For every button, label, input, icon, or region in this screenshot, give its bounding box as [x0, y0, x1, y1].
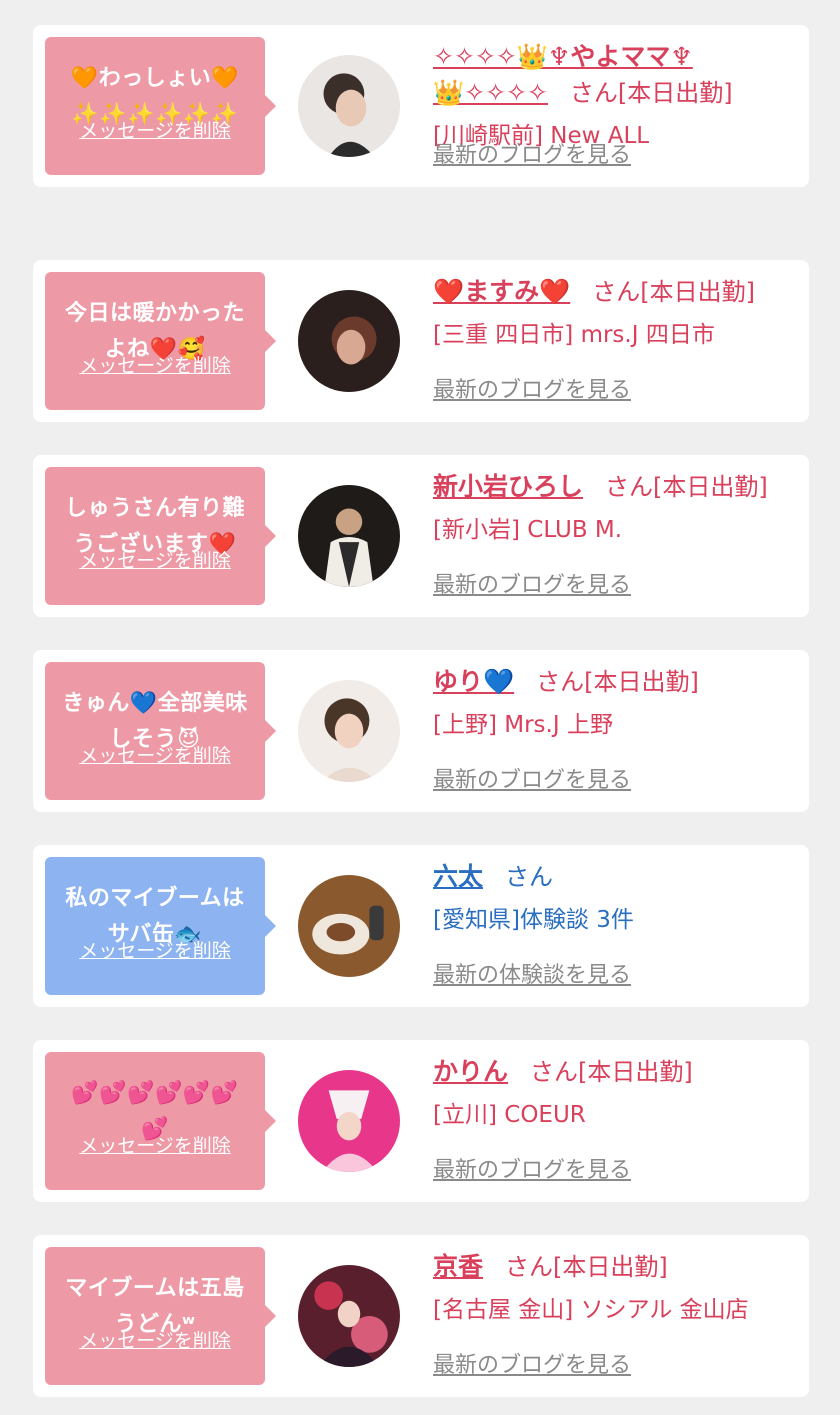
user-suffix: さん[本日出勤]	[529, 1058, 693, 1086]
blog-link[interactable]: 最新のブログを見る	[433, 372, 631, 404]
user-suffix: さん[本日出勤]	[604, 473, 768, 501]
profile-photo-icon	[298, 290, 400, 392]
user-name-link[interactable]: 六太	[433, 862, 483, 891]
message-line: しゅうさん有り難	[64, 496, 245, 521]
profile-photo-icon	[298, 55, 400, 157]
avatar[interactable]	[298, 1070, 400, 1172]
shop-label: [名古屋 金山] ソシアル 金山店	[433, 1297, 749, 1323]
avatar[interactable]	[298, 875, 400, 977]
shop-label: [立川] COEUR	[433, 1102, 586, 1128]
avatar[interactable]	[298, 55, 400, 157]
user-suffix: さん[本日出勤]	[536, 668, 699, 696]
delete-message-link[interactable]: メッセージを削除	[45, 351, 265, 378]
delete-message-link[interactable]: メッセージを削除	[45, 741, 265, 768]
blog-link[interactable]: 最新のブログを見る	[433, 1152, 631, 1184]
avatar[interactable]	[298, 485, 400, 587]
message-list: 🧡わっしょい🧡 ✨✨✨✨✨✨ メッセージを削除 ✧✧✧✧👑♆やよママ♆ 👑✧✧✧…	[0, 0, 840, 1415]
shop-label: [上野] Mrs.J 上野	[433, 712, 613, 738]
message-line: きゅん💙全部美味	[62, 691, 248, 716]
avatar[interactable]	[298, 290, 400, 392]
user-suffix: さん[本日出勤]	[592, 278, 755, 306]
profile-photo-icon	[298, 1265, 400, 1367]
message-bubble: 私のマイブームは サバ缶🐟 メッセージを削除	[45, 857, 276, 995]
delete-message-link[interactable]: メッセージを削除	[45, 936, 265, 963]
user-name-link[interactable]: ❤️ますみ❤️	[433, 277, 570, 306]
message-card: 💕💕💕💕💕💕 💕 メッセージを削除 かりん さん[本日出勤] [立川] COEU…	[33, 1040, 809, 1202]
profile-photo-icon	[298, 875, 400, 977]
message-line: マイブームは五島	[65, 1276, 245, 1301]
blog-link[interactable]: 最新のブログを見る	[433, 762, 631, 794]
message-bubble: 💕💕💕💕💕💕 💕 メッセージを削除	[45, 1052, 276, 1190]
user-suffix: さん[本日出勤]	[504, 1253, 668, 1281]
message-bubble: しゅうさん有り難 うございます❤️ メッセージを削除	[45, 467, 276, 605]
profile-photo-icon	[298, 1070, 400, 1172]
avatar[interactable]	[298, 680, 400, 782]
user-suffix: さん	[504, 863, 553, 891]
delete-message-link[interactable]: メッセージを削除	[45, 1131, 265, 1158]
avatar[interactable]	[298, 1265, 400, 1367]
message-line: 今日は暖かかった	[64, 301, 245, 326]
message-line: 私のマイブームは	[65, 886, 245, 911]
user-name-link[interactable]: ゆり💙	[433, 667, 514, 696]
delete-message-link[interactable]: メッセージを削除	[45, 116, 265, 143]
review-link[interactable]: 最新の体験談を見る	[433, 957, 631, 989]
delete-message-link[interactable]: メッセージを削除	[45, 546, 265, 573]
message-line: 💕💕💕💕💕💕	[71, 1081, 239, 1106]
shop-label: [三重 四日市] mrs.J 四日市	[433, 322, 715, 348]
message-card: きゅん💙全部美味 しそう😈 メッセージを削除 ゆり💙 さん[本日出勤] [上野]…	[33, 650, 809, 812]
blog-link[interactable]: 最新のブログを見る	[433, 567, 631, 599]
user-name-link[interactable]: 京香	[433, 1252, 483, 1281]
message-card: しゅうさん有り難 うございます❤️ メッセージを削除 新小岩ひろし さん[本日出…	[33, 455, 809, 617]
message-card: 今日は暖かかった よね❤️🥰 メッセージを削除 ❤️ますみ❤️ さん[本日出勤]…	[33, 260, 809, 422]
profile-photo-icon	[298, 680, 400, 782]
shop-label: [新小岩] CLUB M.	[433, 517, 623, 543]
user-suffix: さん[本日出勤]	[569, 79, 733, 107]
shop-label: [愛知県]体験談 3件	[433, 907, 634, 933]
blog-link[interactable]: 最新のブログを見る	[433, 1347, 631, 1379]
user-name-link[interactable]: 👑✧✧✧✧	[433, 78, 548, 107]
message-card: 私のマイブームは サバ缶🐟 メッセージを削除 六太 さん [愛知県]体験談 3件…	[33, 845, 809, 1007]
message-card: 🧡わっしょい🧡 ✨✨✨✨✨✨ メッセージを削除 ✧✧✧✧👑♆やよママ♆ 👑✧✧✧…	[33, 25, 809, 187]
user-name-link[interactable]: 新小岩ひろし	[433, 472, 583, 501]
message-bubble: 今日は暖かかった よね❤️🥰 メッセージを削除	[45, 272, 276, 410]
message-bubble: マイブームは五島 うどんʷ メッセージを削除	[45, 1247, 276, 1385]
message-bubble: 🧡わっしょい🧡 ✨✨✨✨✨✨ メッセージを削除	[45, 37, 276, 175]
message-bubble: きゅん💙全部美味 しそう😈 メッセージを削除	[45, 662, 276, 800]
message-card: マイブームは五島 うどんʷ メッセージを削除 京香 さん[本日出勤] [名古屋 …	[33, 1235, 809, 1397]
user-name-link[interactable]: かりん	[433, 1057, 508, 1086]
blog-link[interactable]: 最新のブログを見る	[433, 137, 631, 169]
user-name-link[interactable]: ✧✧✧✧👑♆やよママ♆	[433, 42, 693, 71]
delete-message-link[interactable]: メッセージを削除	[45, 1326, 265, 1353]
message-line: 🧡わっしょい🧡	[70, 66, 240, 91]
profile-photo-icon	[298, 485, 400, 587]
